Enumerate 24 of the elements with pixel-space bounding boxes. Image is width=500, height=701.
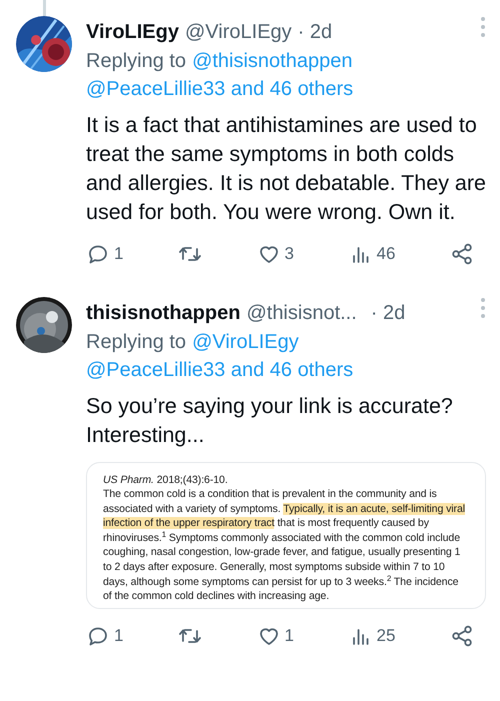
display-name: thisisnothappen bbox=[86, 300, 240, 326]
share-icon[interactable] bbox=[450, 242, 474, 266]
timestamp: · 2d bbox=[298, 20, 332, 45]
display-name: ViroLIEgy bbox=[86, 20, 179, 45]
tweet-text: So you’re saying your link is accurate? Interesting... bbox=[86, 392, 454, 448]
article-text: The common cold is a condition that is prevalent in the community and is associated with a variety of symptoms. Typically, it is an acute, self-limiting viral infection of the upper respiratory tract that is most frequently caused by rhinoviruses.$^{1}$ Symptoms commonly associated with the common cold include coughing, nasal congestion, low-grade fever, and fatigue, usually presenting 1 to 2 days after exposure. Generally, most symptoms subside within 7 to 10 days, although some symptoms can persist for up to 3 weeks.$^{2}$ The incidence of the common cold declines with increasing age. bbox=[103, 487, 466, 604]
replying-label: Replying to bbox=[86, 49, 186, 74]
mention-link[interactable]: @thisisnothappen bbox=[192, 47, 352, 75]
views-count: 46 bbox=[376, 243, 396, 265]
citation: US Pharm. 2018;(43):6-10. bbox=[103, 472, 229, 488]
replying-label: Replying to bbox=[86, 330, 186, 354]
handle: @thisisnot... bbox=[246, 300, 357, 326]
mention-link[interactable]: @PeaceLillie33 and 46 others bbox=[86, 75, 354, 103]
mention-link[interactable]: @PeaceLillie33 and 46 others bbox=[86, 356, 354, 384]
reply-count: 1 bbox=[114, 243, 124, 265]
share-icon[interactable] bbox=[450, 624, 474, 648]
tweet-text: It is a fact that antihistamines are used to treat the same symptoms in both colds and allergies. It is not debatable. They are used for both. You were wrong. Own it. bbox=[86, 112, 486, 226]
like-count: 3 bbox=[284, 243, 294, 265]
mention-link[interactable]: @ViroLIEgy bbox=[192, 328, 299, 356]
views-count: 25 bbox=[376, 624, 396, 647]
timestamp: · 2d bbox=[370, 300, 406, 326]
reply-count: 1 bbox=[114, 624, 124, 647]
handle: @ViroLIEgy bbox=[185, 20, 292, 45]
like-count: 1 bbox=[284, 624, 294, 647]
